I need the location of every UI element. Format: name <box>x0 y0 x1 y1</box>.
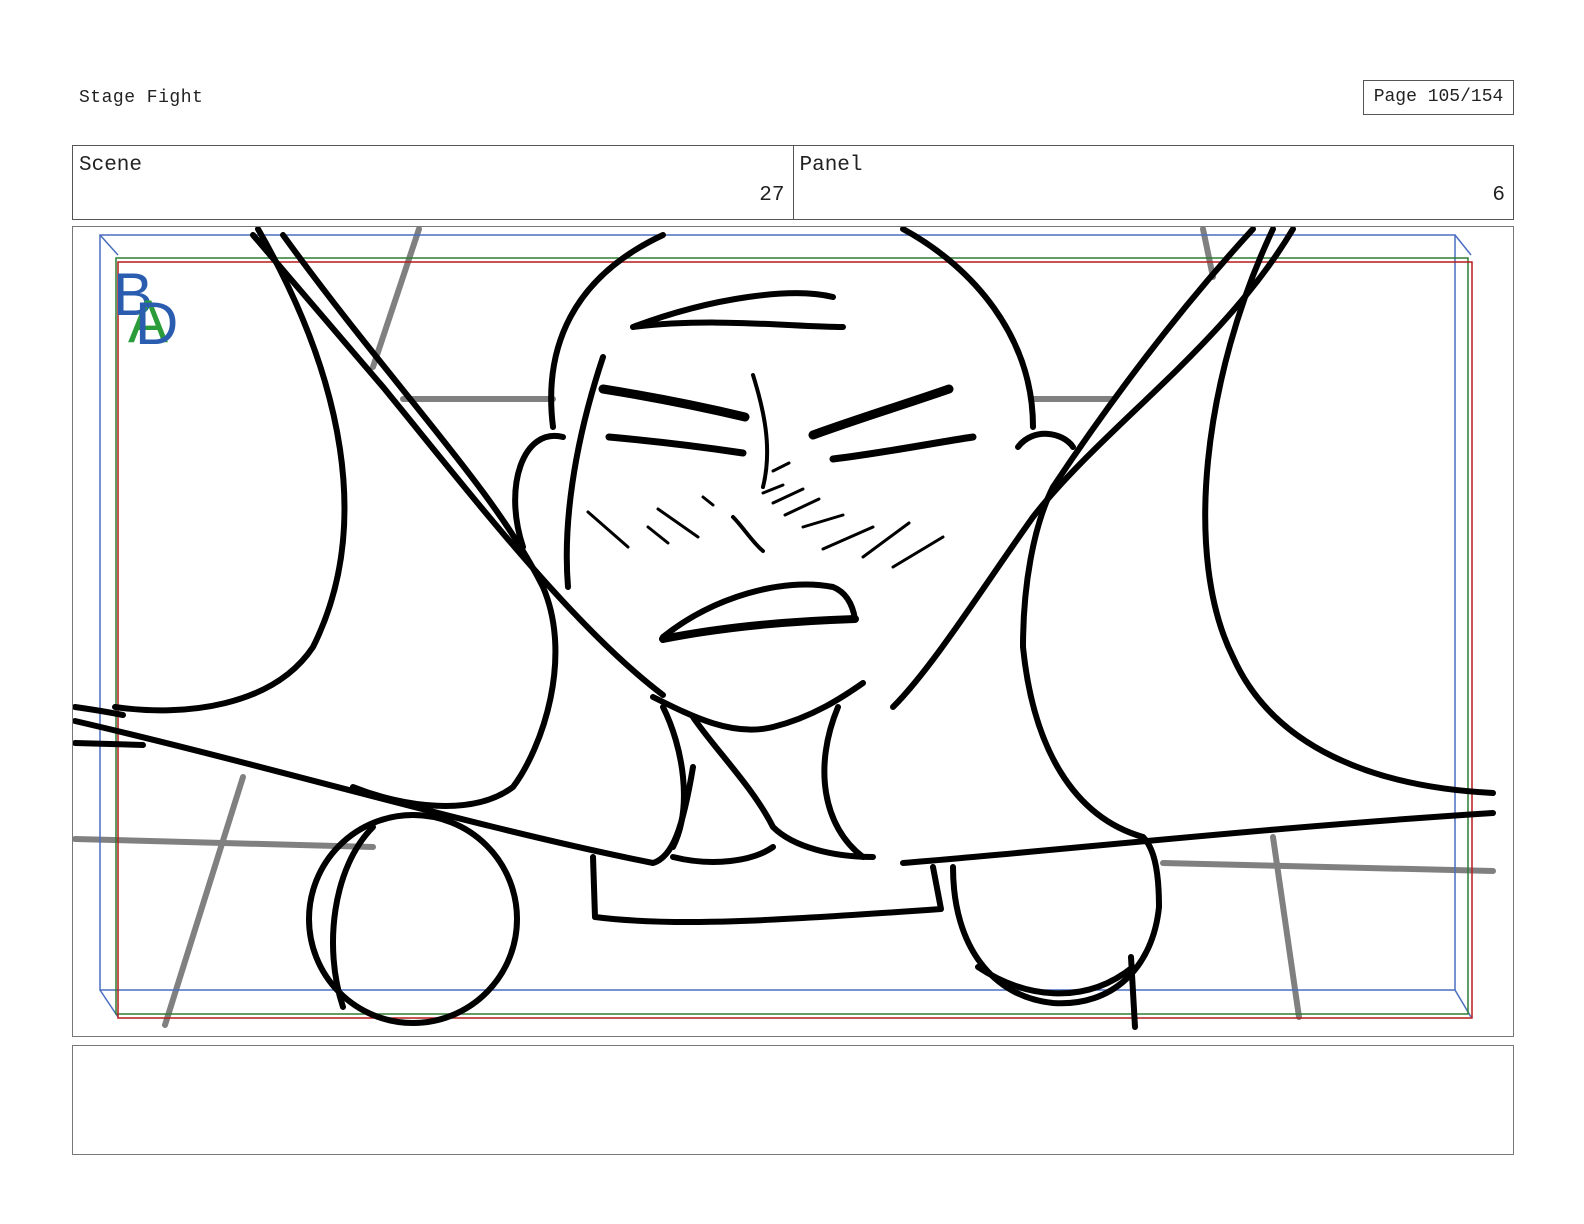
storyboard-frame: B A D <box>72 226 1514 1037</box>
svg-text:D: D <box>135 290 178 357</box>
panel-label: Panel <box>799 154 863 177</box>
safe-area-guide <box>99 234 1456 991</box>
background-lines <box>73 227 1496 1028</box>
storyboard-drawing: B A D <box>73 227 1496 1030</box>
scene-label: Scene <box>79 154 143 177</box>
document-title: Stage Fight <box>79 88 204 108</box>
page-number-box: Page 105/154 <box>1363 80 1514 115</box>
bda-logo: B A D <box>113 261 178 357</box>
scene-number: 27 <box>759 184 785 207</box>
panel-number: 6 <box>1492 184 1505 207</box>
header-table: Scene 27 Panel 6 <box>72 145 1514 220</box>
notes-box <box>72 1045 1514 1155</box>
panel-cell: Panel 6 <box>792 146 1514 219</box>
scene-cell: Scene 27 <box>73 146 793 219</box>
